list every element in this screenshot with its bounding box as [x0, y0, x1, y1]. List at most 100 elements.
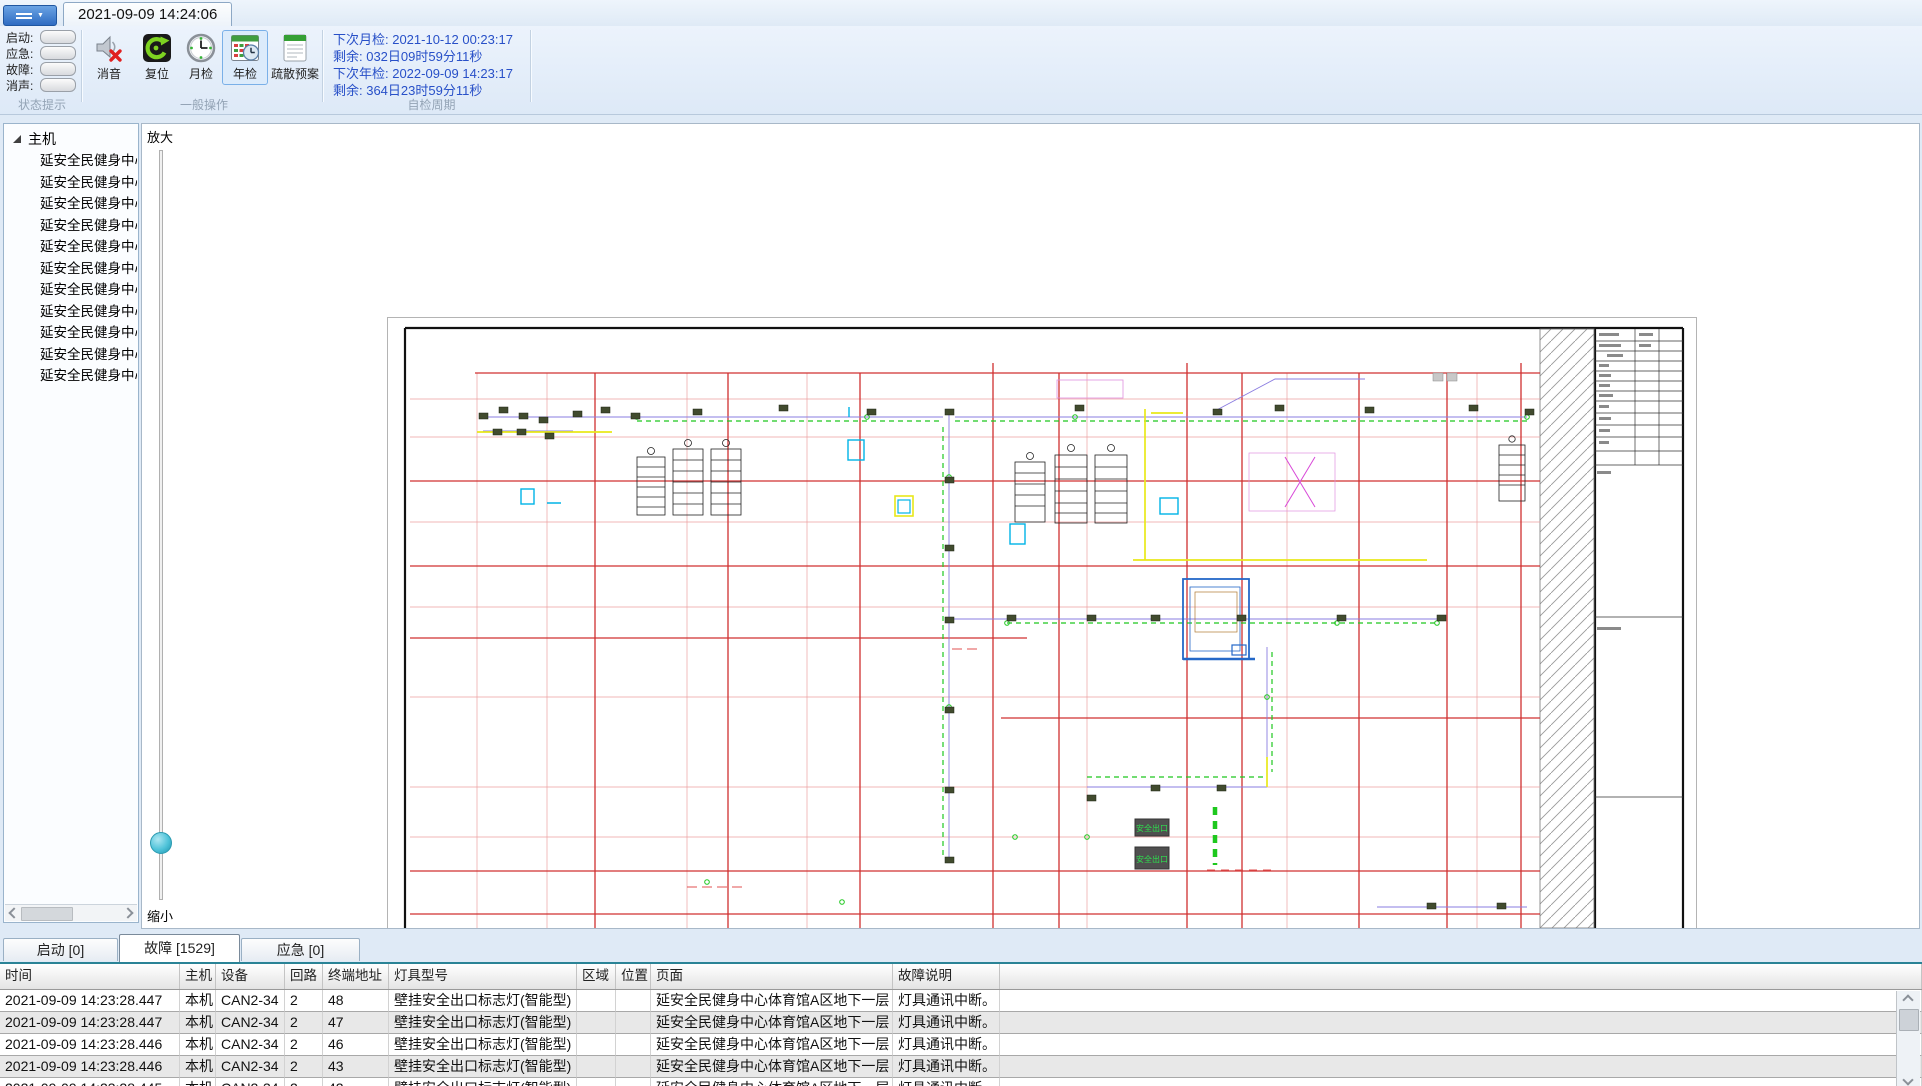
column-header[interactable]: 灯具型号 [389, 964, 577, 989]
zoom-slider-track[interactable] [159, 150, 163, 900]
mute-button[interactable]: 消音 [88, 30, 130, 85]
scroll-up-button[interactable] [1897, 991, 1919, 1008]
table-cell: 延安全民健身中心体育馆A区地下一层 [651, 1012, 893, 1034]
sidebar-item-page[interactable]: 延安全民健身中心体育馆A区地下一层 [4, 279, 138, 301]
column-header[interactable] [1000, 964, 1922, 989]
table-cell: 延安全民健身中心体育馆A区地下一层 [651, 990, 893, 1012]
zoom-in-label[interactable]: 放大 [147, 127, 173, 146]
zoom-out-label[interactable]: 缩小 [147, 906, 173, 925]
table-row[interactable]: 2021-09-09 14:23:28.447 本机 CAN2-34 2 47 壁挂安全出… [0, 1012, 1922, 1034]
sidebar-item-label: 延安全民健身中心体育馆A区地下一层 [40, 174, 137, 190]
table-cell [1000, 1034, 1922, 1056]
table-cell: CAN2-34 [216, 1078, 285, 1086]
table-cell: 壁挂安全出口标志灯(智能型) [389, 1012, 577, 1034]
cad-floorplan-drawing[interactable]: 安全出口 安全出口 [387, 317, 1697, 929]
group-label-selfcheck: 自检周期 [407, 98, 456, 112]
column-header[interactable]: 页面 [651, 964, 893, 989]
tab-start[interactable]: 启动 [0] [3, 938, 118, 961]
floorplan-viewport[interactable]: 放大 缩小 安全出口 安全出口 [141, 123, 1920, 929]
calendar-clock-icon [231, 35, 260, 61]
column-header[interactable]: 设备 [216, 964, 285, 989]
ribbon: 启动: 应急: 故障: 消声: 状态提示 消音 复位 月检 年检 疏散预案 一般… [0, 26, 1922, 115]
sidebar-item-page[interactable]: 延安全民健身中心体育馆A区地下一层 [4, 150, 138, 172]
table-cell: 延安全民健身中心体育馆A区地下一层 [651, 1056, 893, 1078]
sidebar-item-page[interactable]: 延安全民健身中心体育馆A区地下一层 [4, 344, 138, 366]
table-cell: CAN2-34 [216, 1034, 285, 1056]
ribbon-separator [322, 30, 324, 102]
table-cell [1000, 1012, 1922, 1034]
scroll-right-button[interactable] [122, 905, 137, 921]
sidebar-item-page[interactable]: 延安全民健身中心体育馆A区地下一层 [4, 258, 138, 280]
window-tab-clock[interactable]: 2021-09-09 14:24:06 [63, 2, 233, 26]
tab-fault[interactable]: 故障 [1529] [119, 934, 240, 962]
clock-label: 2021-09-09 14:24:06 [78, 6, 218, 23]
table-vertical-scrollbar[interactable] [1896, 991, 1920, 1086]
table-cell: 2021-09-09 14:23:28.446 [0, 1034, 180, 1056]
exit-sign-label: 安全出口 [1136, 854, 1168, 864]
table-cell [616, 1056, 651, 1078]
table-cell: 46 [323, 1034, 389, 1056]
sidebar-item-page[interactable]: 延安全民健身中心体育馆A区地下一层 [4, 365, 138, 387]
column-header[interactable]: 位置 [616, 964, 651, 989]
sidebar-item-label: 延安全民健身中心体育馆A区地下一层 [40, 303, 137, 319]
column-header[interactable]: 回路 [285, 964, 323, 989]
tree-expander-icon[interactable] [13, 135, 21, 143]
chevron-right-icon [122, 907, 134, 919]
emergency-indicator [40, 46, 76, 60]
table-cell: 延安全民健身中心体育馆A区地下一层 [651, 1034, 893, 1056]
table-row[interactable]: 2021-09-09 14:23:28.446 本机 CAN2-34 2 43 壁挂安全出… [0, 1056, 1922, 1078]
table-cell: 本机 [180, 990, 216, 1012]
sidebar-item-page[interactable]: 延安全民健身中心体育馆A区地下一层 [4, 236, 138, 258]
scroll-down-button[interactable] [1897, 1071, 1919, 1086]
annual-check-button[interactable]: 年检 [222, 30, 268, 85]
table-cell: 壁挂安全出口标志灯(智能型) [389, 1056, 577, 1078]
sidebar-horizontal-scrollbar[interactable] [5, 904, 137, 921]
table-row[interactable]: 2021-09-09 14:23:28.445本机CAN2-34242壁挂安全出… [0, 1078, 1922, 1086]
scrollbar-thumb[interactable] [1899, 1009, 1919, 1031]
monthly-check-label: 月检 [188, 67, 213, 81]
menu-lines-icon [16, 12, 33, 15]
table-cell [1000, 1078, 1922, 1086]
reset-button[interactable]: 复位 [136, 30, 178, 85]
table-cell [616, 1034, 651, 1056]
event-log-panel: 启动 [0] 故障 [1529] 应急 [0] 时间 主机 设备 回路 终端地址 灯具型号… [0, 929, 1922, 1086]
column-header[interactable]: 区域 [577, 964, 616, 989]
evacuation-plan-icon [283, 34, 307, 62]
table-cell: 2021-09-09 14:23:28.447 [0, 1012, 180, 1034]
chevron-up-icon [1902, 993, 1914, 1006]
sidebar-item-page[interactable]: 延安全民健身中心体育馆A区地下一层 [4, 172, 138, 194]
exit-sign-label: 安全出口 [1136, 823, 1168, 833]
sidebar-item-page[interactable]: 延安全民健身中心体育馆A区地下一层 [4, 215, 138, 237]
host-root-label: 主机 [28, 131, 56, 147]
table-row[interactable]: 2021-09-09 14:23:28.446 本机 CAN2-34 2 46 壁挂安全出… [0, 1034, 1922, 1056]
sidebar-item-host-root[interactable]: 主机 [4, 128, 138, 150]
sidebar-item-page[interactable]: 延安全民健身中心体育馆A区地下一层 [4, 301, 138, 323]
fault-table: 时间 主机 设备 回路 终端地址 灯具型号 区域 位置 页面 故障说明 2021-09-09 14… [0, 962, 1922, 1086]
column-header[interactable]: 终端地址 [323, 964, 389, 989]
monthly-check-button[interactable]: 月检 [180, 30, 222, 85]
event-tabs: 启动 [0] 故障 [1529] 应急 [0] [0, 934, 1922, 962]
column-header[interactable]: 故障说明 [893, 964, 1000, 989]
table-cell: 灯具通讯中断。 [893, 1078, 1000, 1086]
table-cell: 2021-09-09 14:23:28.447 [0, 990, 180, 1012]
table-cell [577, 990, 616, 1012]
scroll-left-button[interactable] [5, 905, 20, 921]
column-header[interactable]: 时间 [0, 964, 180, 989]
table-cell [577, 1012, 616, 1034]
table-cell: 本机 [180, 1078, 216, 1086]
column-header[interactable]: 主机 [180, 964, 216, 989]
sidebar-item-page[interactable]: 延安全民健身中心体育馆A区地下一层 [4, 193, 138, 215]
scrollbar-thumb[interactable] [21, 907, 73, 921]
evacuation-plan-button[interactable]: 疏散预案 [264, 30, 326, 85]
table-cell: 2 [285, 1034, 323, 1056]
tab-emergency[interactable]: 应急 [0] [241, 938, 360, 961]
table-cell: 延安全民健身中心体育馆A区地下一层 [651, 1078, 893, 1086]
table-cell: CAN2-34 [216, 990, 285, 1012]
table-cell: 壁挂安全出口标志灯(智能型) [389, 1034, 577, 1056]
sidebar-item-label: 延安全民健身中心体育馆A区地下一层 [40, 282, 137, 297]
table-cell: 43 [323, 1056, 389, 1078]
table-row[interactable]: 2021-09-09 14:23:28.447 本机 CAN2-34 2 48 壁挂安全出… [0, 990, 1922, 1012]
zoom-slider-handle[interactable] [150, 832, 172, 854]
sidebar-item-page[interactable]: 延安全民健身中心体育馆A区地下一层 [4, 322, 138, 344]
app-menu-button[interactable]: ▼ [3, 5, 57, 26]
